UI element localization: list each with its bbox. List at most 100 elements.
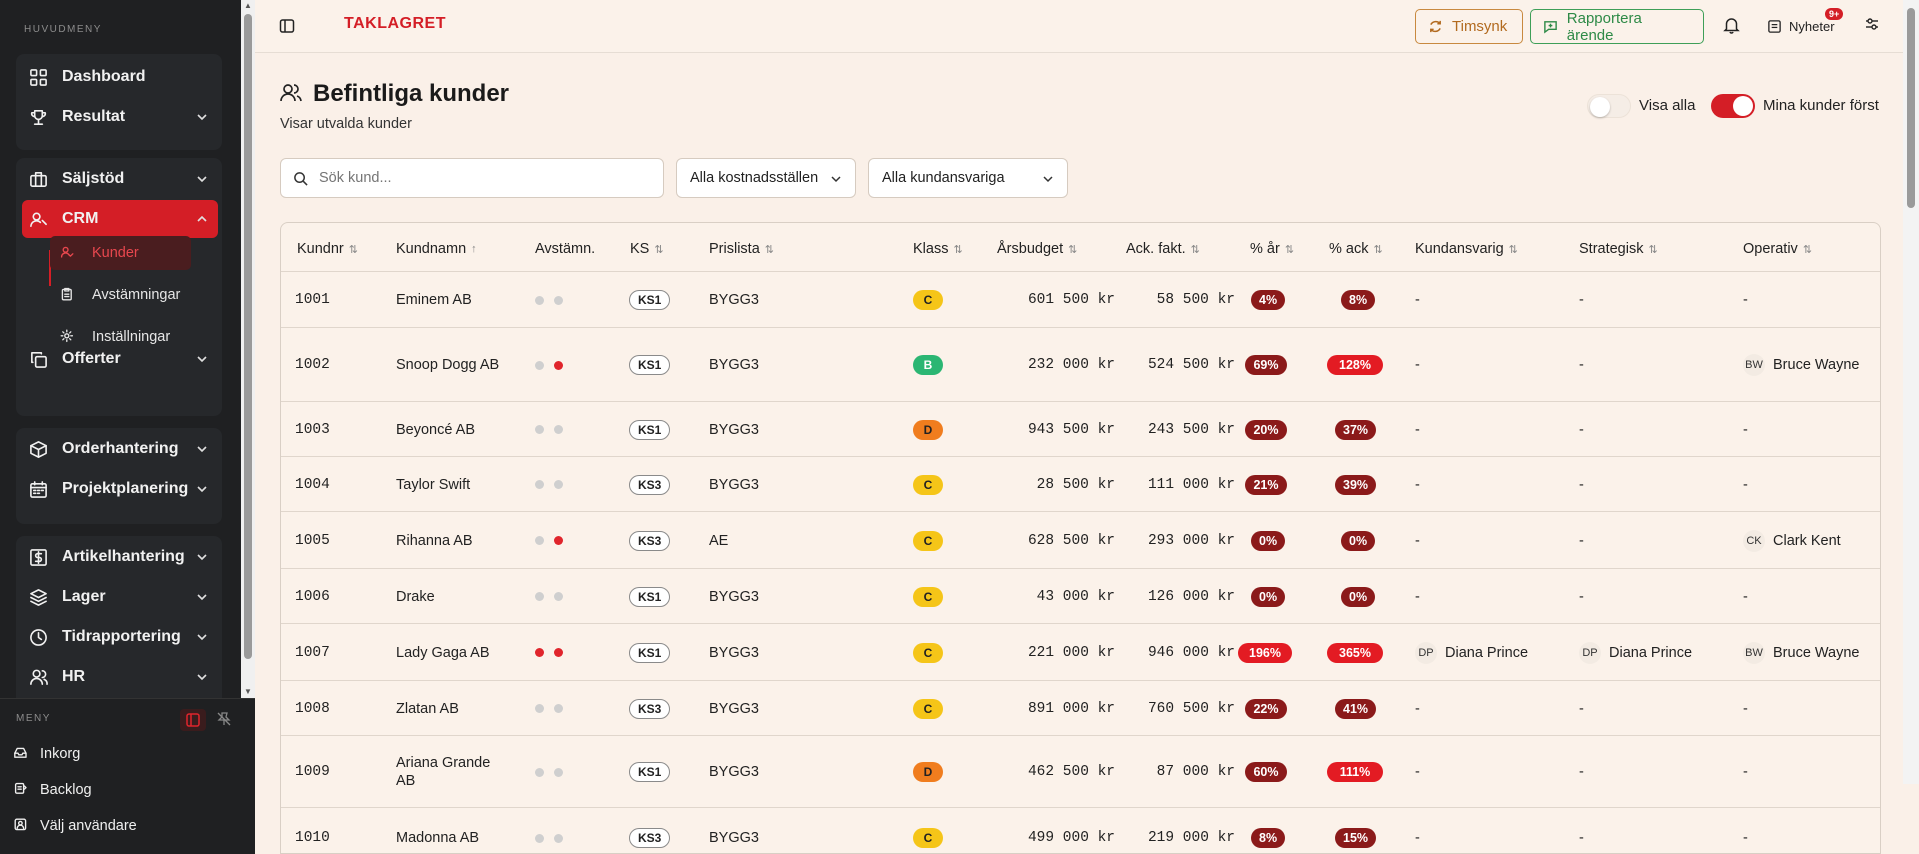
sort-icon: ⇅ bbox=[1648, 243, 1658, 256]
kundnamn-cell[interactable]: Madonna AB bbox=[396, 808, 479, 853]
table-row[interactable]: 1003 Beyoncé AB KS1 BYGG3 D 943 500 kr 243 500… bbox=[281, 401, 1880, 457]
kundnamn-value: Taylor Swift bbox=[396, 476, 471, 493]
par-cell: 69% bbox=[1245, 328, 1287, 402]
sidebar-item-tidrapportering[interactable]: Tidrapportering bbox=[22, 618, 218, 656]
visa-alla-knob bbox=[1590, 97, 1610, 117]
toggle-sidebar-button[interactable] bbox=[279, 18, 297, 36]
klass-cell: D bbox=[913, 736, 943, 808]
scroll-down-icon[interactable]: ▼ bbox=[241, 686, 255, 698]
clipboard-icon bbox=[60, 287, 76, 303]
nyheter-button[interactable]: Nyheter bbox=[1767, 16, 1835, 36]
column-header-6[interactable]: Årsbudget ⇅ bbox=[997, 241, 1077, 257]
column-header-4[interactable]: Prislista ⇅ bbox=[709, 241, 774, 257]
table-row[interactable]: 1008 Zlatan AB KS3 BYGG3 C 891 000 kr 760 500 … bbox=[281, 680, 1880, 736]
column-header-8[interactable]: % år ⇅ bbox=[1250, 241, 1294, 257]
menu-item-inkorg[interactable]: Inkorg bbox=[14, 739, 80, 769]
table-row[interactable]: 1010 Madonna AB KS3 BYGG3 C 499 000 kr 219 000… bbox=[281, 807, 1880, 853]
kundansvarig-select[interactable]: Alla kundansvariga bbox=[868, 158, 1068, 198]
sidebar-item-hr[interactable]: HR bbox=[22, 658, 218, 696]
logo[interactable]: TAKLAGRET bbox=[344, 15, 446, 33]
dock-sidebar-button[interactable] bbox=[180, 709, 206, 731]
sidebar-item-label: Projektplanering bbox=[62, 480, 189, 497]
sidebar-item-label: Säljstöd bbox=[62, 170, 125, 187]
calendar-icon bbox=[29, 480, 47, 498]
table-row[interactable]: 1001 Eminem AB KS1 BYGG3 C 601 500 kr 58 500 k… bbox=[281, 271, 1880, 328]
table-row[interactable]: 1005 Rihanna AB KS3 AE C 628 500 kr 293 000 kr… bbox=[281, 511, 1880, 569]
arsbudget-cell: 601 500 kr bbox=[1027, 292, 1115, 308]
sidebar-item-artikelhantering[interactable]: Artikelhantering bbox=[22, 538, 218, 576]
kundnamn-cell[interactable]: Taylor Swift bbox=[396, 457, 470, 512]
sidebar-item-orderhantering[interactable]: Orderhantering bbox=[22, 430, 218, 468]
sidebar-item-crm[interactable]: CRM bbox=[22, 200, 218, 238]
ka-value: - bbox=[1415, 476, 1420, 493]
sidebar-sub-kunder[interactable]: Kunder bbox=[50, 236, 191, 270]
ka-cell: - bbox=[1415, 272, 1420, 328]
kundnamn-cell[interactable]: Drake bbox=[396, 569, 435, 624]
reconciliation-dot bbox=[535, 536, 544, 545]
notifications-button[interactable] bbox=[1723, 16, 1741, 36]
scroll-up-icon[interactable]: ▲ bbox=[241, 0, 255, 12]
table-row[interactable]: 1006 Drake KS1 BYGG3 C 43 000 kr 126 000 kr 0% 0… bbox=[281, 568, 1880, 624]
kundnamn-cell[interactable]: Ariana Grande AB bbox=[396, 736, 496, 808]
column-header-5[interactable]: Klass ⇅ bbox=[913, 241, 963, 257]
op-value: - bbox=[1743, 830, 1748, 846]
sidebar-sub-avstämningar[interactable]: Avstämningar bbox=[50, 278, 191, 312]
avstamning-cell bbox=[535, 736, 573, 808]
main-scrollbar-thumb[interactable] bbox=[1907, 8, 1915, 208]
sidebar-scrollbar-thumb[interactable] bbox=[244, 14, 252, 659]
pack-cell: 365% bbox=[1327, 624, 1383, 681]
avstamning-cell bbox=[535, 569, 573, 624]
column-header-11[interactable]: Strategisk ⇅ bbox=[1579, 241, 1658, 257]
mina-kunder-toggle[interactable] bbox=[1711, 94, 1755, 118]
table-row[interactable]: 1002 Snoop Dogg AB KS1 BYGG3 B 232 000 kr 524 … bbox=[281, 327, 1880, 402]
avstamning-cell bbox=[535, 808, 573, 853]
sidebar-scrollbar[interactable]: ▲ ▼ bbox=[241, 0, 255, 698]
timsynk-button[interactable]: Timsynk bbox=[1415, 9, 1523, 44]
rapportera-button[interactable]: Rapportera ärende bbox=[1530, 9, 1704, 44]
column-header-3[interactable]: KS ⇅ bbox=[630, 241, 664, 257]
sidebar-item-projektplanering[interactable]: Projektplanering bbox=[22, 470, 218, 508]
column-header-1[interactable]: Kundnamn ↑ bbox=[396, 241, 477, 257]
kundnamn-cell[interactable]: Eminem AB bbox=[396, 272, 472, 328]
reconciliation-dot bbox=[554, 480, 563, 489]
column-header-9[interactable]: % ack ⇅ bbox=[1329, 241, 1383, 257]
klass-badge: B bbox=[913, 355, 943, 375]
chevron-down-icon bbox=[831, 176, 841, 183]
rapportera-label: Rapportera ärende bbox=[1566, 9, 1642, 44]
kostnadsstalle-select[interactable]: Alla kostnadsställen bbox=[676, 158, 856, 198]
pack-badge: 39% bbox=[1335, 474, 1377, 495]
table-row[interactable]: 1007 Lady Gaga AB KS1 BYGG3 C 221 000 kr 946 0… bbox=[281, 623, 1880, 681]
sidebar-item-säljstöd[interactable]: Säljstöd bbox=[22, 160, 218, 198]
kundnamn-cell[interactable]: Rihanna AB bbox=[396, 512, 473, 569]
visa-alla-toggle[interactable] bbox=[1587, 94, 1631, 118]
search-box[interactable] bbox=[280, 158, 664, 198]
column-header-7[interactable]: Ack. fakt. ⇅ bbox=[1126, 241, 1200, 257]
kundnamn-cell[interactable]: Lady Gaga AB bbox=[396, 624, 490, 681]
sidebar-sub-inställningar[interactable]: Inställningar bbox=[50, 320, 191, 354]
main-scrollbar[interactable] bbox=[1903, 0, 1919, 784]
sidebar-item-lager[interactable]: Lager bbox=[22, 578, 218, 616]
sidebar-item-dashboard[interactable]: Dashboard bbox=[22, 58, 218, 96]
table-row[interactable]: 1009 Ariana Grande AB KS1 BYGG3 D 462 500 kr 8… bbox=[281, 735, 1880, 808]
menu-item-backlog[interactable]: Backlog bbox=[14, 775, 92, 805]
settings-button[interactable] bbox=[1864, 16, 1882, 36]
sidebar-item-resultat[interactable]: Resultat bbox=[22, 98, 218, 136]
unpin-button[interactable] bbox=[216, 711, 236, 731]
arsbudget-cell: 943 500 kr bbox=[1027, 421, 1115, 438]
kundnamn-cell[interactable]: Snoop Dogg AB bbox=[396, 328, 499, 402]
kundnamn-cell[interactable]: Beyoncé AB bbox=[396, 402, 475, 457]
column-header-10[interactable]: Kundansvarig ⇅ bbox=[1415, 241, 1518, 257]
op-value: - bbox=[1743, 764, 1748, 780]
ka-value: - bbox=[1415, 532, 1420, 549]
search-input[interactable] bbox=[319, 170, 639, 186]
str-value: - bbox=[1579, 830, 1584, 846]
column-header-0[interactable]: Kundnr ⇅ bbox=[297, 241, 358, 257]
user-icon bbox=[29, 212, 47, 227]
box-icon bbox=[29, 440, 47, 458]
menu-item-välj-användare[interactable]: Välj användare bbox=[14, 811, 137, 841]
pack-cell: 128% bbox=[1327, 328, 1383, 402]
table-row[interactable]: 1004 Taylor Swift KS3 BYGG3 C 28 500 kr 111 00… bbox=[281, 456, 1880, 512]
avstamning-cell bbox=[535, 328, 573, 402]
kundnamn-cell[interactable]: Zlatan AB bbox=[396, 681, 459, 736]
column-header-12[interactable]: Operativ ⇅ bbox=[1743, 241, 1812, 257]
